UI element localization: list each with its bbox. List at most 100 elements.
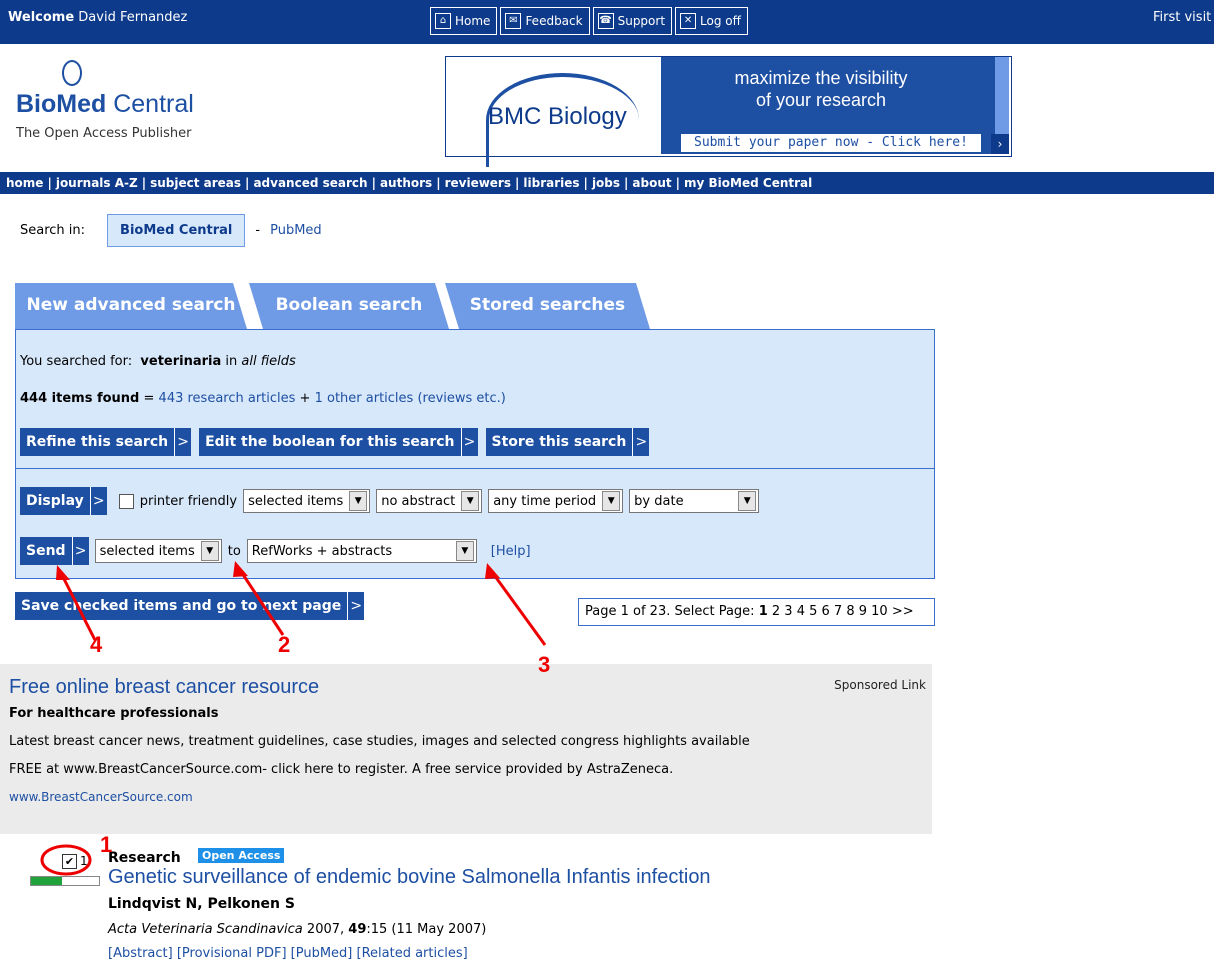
nav-item-authors[interactable]: authors bbox=[380, 176, 432, 190]
chevron-right-icon: > bbox=[460, 428, 478, 456]
home-icon: ⌂ bbox=[435, 13, 451, 29]
display-button[interactable]: Display > bbox=[20, 487, 107, 515]
dropdown-arrow-icon: ▼ bbox=[602, 491, 621, 511]
chevron-right-icon: > bbox=[71, 537, 89, 565]
send-format-select[interactable]: RefWorks + abstracts ▼ bbox=[246, 539, 477, 563]
search-summary-line: You searched for: veterinaria in all fie… bbox=[20, 354, 296, 369]
result-item: ✔ 1. Research Open Access Genetic survei… bbox=[0, 842, 932, 970]
nav-item-journals-a-z[interactable]: journals A-Z bbox=[56, 176, 138, 190]
nav-separator: | bbox=[624, 176, 629, 190]
sort-select[interactable]: by date ▼ bbox=[629, 489, 760, 513]
send-button[interactable]: Send > bbox=[20, 537, 89, 565]
chevron-right-icon: > bbox=[632, 428, 649, 456]
banner-strip bbox=[995, 57, 1009, 137]
annotation-3: 3 bbox=[538, 652, 551, 677]
chevron-right-icon[interactable]: › bbox=[991, 134, 1009, 154]
nav-item-jobs[interactable]: jobs bbox=[592, 176, 620, 190]
refine-search-button[interactable]: Refine this search > bbox=[20, 428, 192, 456]
store-search-button[interactable]: Store this search > bbox=[485, 428, 650, 456]
annotation-2: 2 bbox=[278, 632, 291, 657]
save-and-next-button[interactable]: Save checked items and go to next page > bbox=[15, 592, 365, 620]
nav-item-home[interactable]: home bbox=[6, 176, 43, 190]
nav-item-subject-areas[interactable]: subject areas bbox=[150, 176, 241, 190]
search-in-biomed-central[interactable]: BioMed Central bbox=[107, 213, 246, 247]
research-articles-link[interactable]: 443 research articles bbox=[159, 391, 296, 406]
welcome-text: Welcome David Fernandez bbox=[8, 10, 188, 25]
relevance-bar bbox=[30, 876, 100, 886]
home-button[interactable]: ⌂ Home bbox=[430, 7, 498, 35]
nav-separator: | bbox=[583, 176, 588, 190]
nav-separator: | bbox=[141, 176, 147, 190]
banner-journal-name: BMC Biology bbox=[488, 103, 627, 130]
abstract-select[interactable]: no abstract ▼ bbox=[376, 489, 483, 513]
annotation-1: 1 bbox=[100, 832, 113, 857]
nav-item-about[interactable]: about bbox=[632, 176, 671, 190]
search-in-selector: Search in: BioMed Central - PubMed bbox=[20, 212, 322, 248]
next-pages-link[interactable]: >> bbox=[892, 604, 914, 619]
support-icon: ☎ bbox=[597, 13, 614, 29]
results-count: 444 items found bbox=[20, 391, 140, 406]
logo-arc-icon bbox=[62, 60, 82, 86]
sponsor-desc-line1: Latest breast cancer news, treatment gui… bbox=[9, 734, 750, 749]
nav-separator: | bbox=[436, 176, 441, 190]
result-checkbox[interactable]: ✔ bbox=[62, 854, 77, 869]
sponsor-url-link[interactable]: www.BreastCancerSource.com bbox=[9, 790, 193, 804]
printer-friendly-label: printer friendly bbox=[139, 493, 238, 509]
nav-item-reviewers[interactable]: reviewers bbox=[445, 176, 511, 190]
top-bar: Welcome David Fernandez ⌂ Home ✉ Feedback … bbox=[0, 0, 1214, 44]
help-link[interactable]: [Help] bbox=[491, 544, 531, 559]
display-items-select[interactable]: selected items ▼ bbox=[243, 489, 371, 513]
chevron-right-icon: > bbox=[174, 428, 191, 456]
bmc-biology-banner[interactable]: BMC Biology maximize the visibility of yo… bbox=[445, 56, 1012, 167]
dropdown-arrow-icon: ▼ bbox=[461, 491, 480, 511]
result-citation: Acta Veterinaria Scandinavica 2007, 49:1… bbox=[108, 922, 487, 937]
nav-item-advanced-search[interactable]: advanced search bbox=[253, 176, 367, 190]
display-send-panel: Display > printer friendly selected items… bbox=[15, 469, 935, 579]
send-items-select[interactable]: selected items ▼ bbox=[94, 539, 222, 563]
result-authors: Lindqvist N, Pelkonen S bbox=[108, 896, 295, 912]
sponsored-ad: Free online breast cancer resource Spons… bbox=[0, 664, 932, 834]
relevance-bar-fill bbox=[31, 877, 62, 885]
banner-submit-link[interactable]: Submit your paper now - Click here! bbox=[681, 134, 981, 152]
page-links[interactable]: 2 3 4 5 6 7 8 9 10 bbox=[772, 604, 888, 619]
main-nav: home | journals A-Z | subject areas | advanced… bbox=[0, 172, 1214, 194]
current-page: 1 bbox=[758, 604, 768, 619]
banner-line1: maximize the visibility bbox=[734, 68, 908, 88]
nav-item-my-biomed-central[interactable]: my BioMed Central bbox=[684, 176, 812, 190]
search-in-label: Search in: bbox=[20, 222, 86, 238]
feedback-button[interactable]: ✉ Feedback bbox=[500, 7, 590, 35]
printer-friendly-checkbox[interactable] bbox=[118, 493, 134, 509]
biomed-central-logo[interactable]: BioMed Central The Open Access Publisher bbox=[12, 54, 262, 154]
feedback-icon: ✉ bbox=[505, 13, 522, 29]
nav-separator: | bbox=[675, 176, 681, 190]
time-period-select[interactable]: any time period ▼ bbox=[488, 489, 624, 513]
nav-separator: | bbox=[245, 176, 250, 190]
chevron-right-icon: > bbox=[347, 592, 364, 620]
search-tabs: New advanced search Boolean search Store… bbox=[15, 283, 655, 329]
tab-new-advanced-search[interactable]: New advanced search bbox=[15, 283, 247, 329]
logoff-icon: ✕ bbox=[680, 13, 697, 29]
nav-item-libraries[interactable]: libraries bbox=[523, 176, 579, 190]
banner-line2: of your research bbox=[755, 90, 887, 110]
sponsor-subtitle: For healthcare professionals bbox=[9, 706, 219, 721]
result-links[interactable]: [Abstract] [Provisional PDF] [PubMed] [R… bbox=[108, 946, 468, 961]
result-title-link[interactable]: Genetic surveillance of endemic bovine S… bbox=[108, 866, 711, 889]
support-button[interactable]: ☎ Support bbox=[592, 7, 673, 35]
tab-boolean-search[interactable]: Boolean search bbox=[249, 283, 449, 329]
edit-boolean-button[interactable]: Edit the boolean for this search > bbox=[199, 428, 478, 456]
first-visit-link[interactable]: First visit bbox=[1153, 10, 1211, 25]
logoff-button[interactable]: ✕ Log off bbox=[675, 7, 748, 35]
logo-tagline: The Open Access Publisher bbox=[16, 126, 192, 141]
search-in-pubmed[interactable]: PubMed bbox=[270, 223, 322, 238]
other-articles-link[interactable]: 1 other articles (reviews etc.) bbox=[315, 391, 506, 406]
result-category: Research bbox=[108, 850, 181, 866]
tab-stored-searches[interactable]: Stored searches bbox=[445, 283, 650, 329]
nav-separator: | bbox=[47, 176, 52, 190]
sponsor-desc-line2: FREE at www.BreastCancerSource.com- clic… bbox=[9, 762, 674, 777]
open-access-badge: Open Access bbox=[198, 848, 285, 863]
sponsor-title-link[interactable]: Free online breast cancer resource bbox=[9, 676, 319, 699]
annotation-4: 4 bbox=[90, 632, 103, 657]
dropdown-arrow-icon: ▼ bbox=[455, 541, 474, 561]
result-number: 1. bbox=[80, 854, 92, 868]
nav-separator: | bbox=[515, 176, 520, 190]
